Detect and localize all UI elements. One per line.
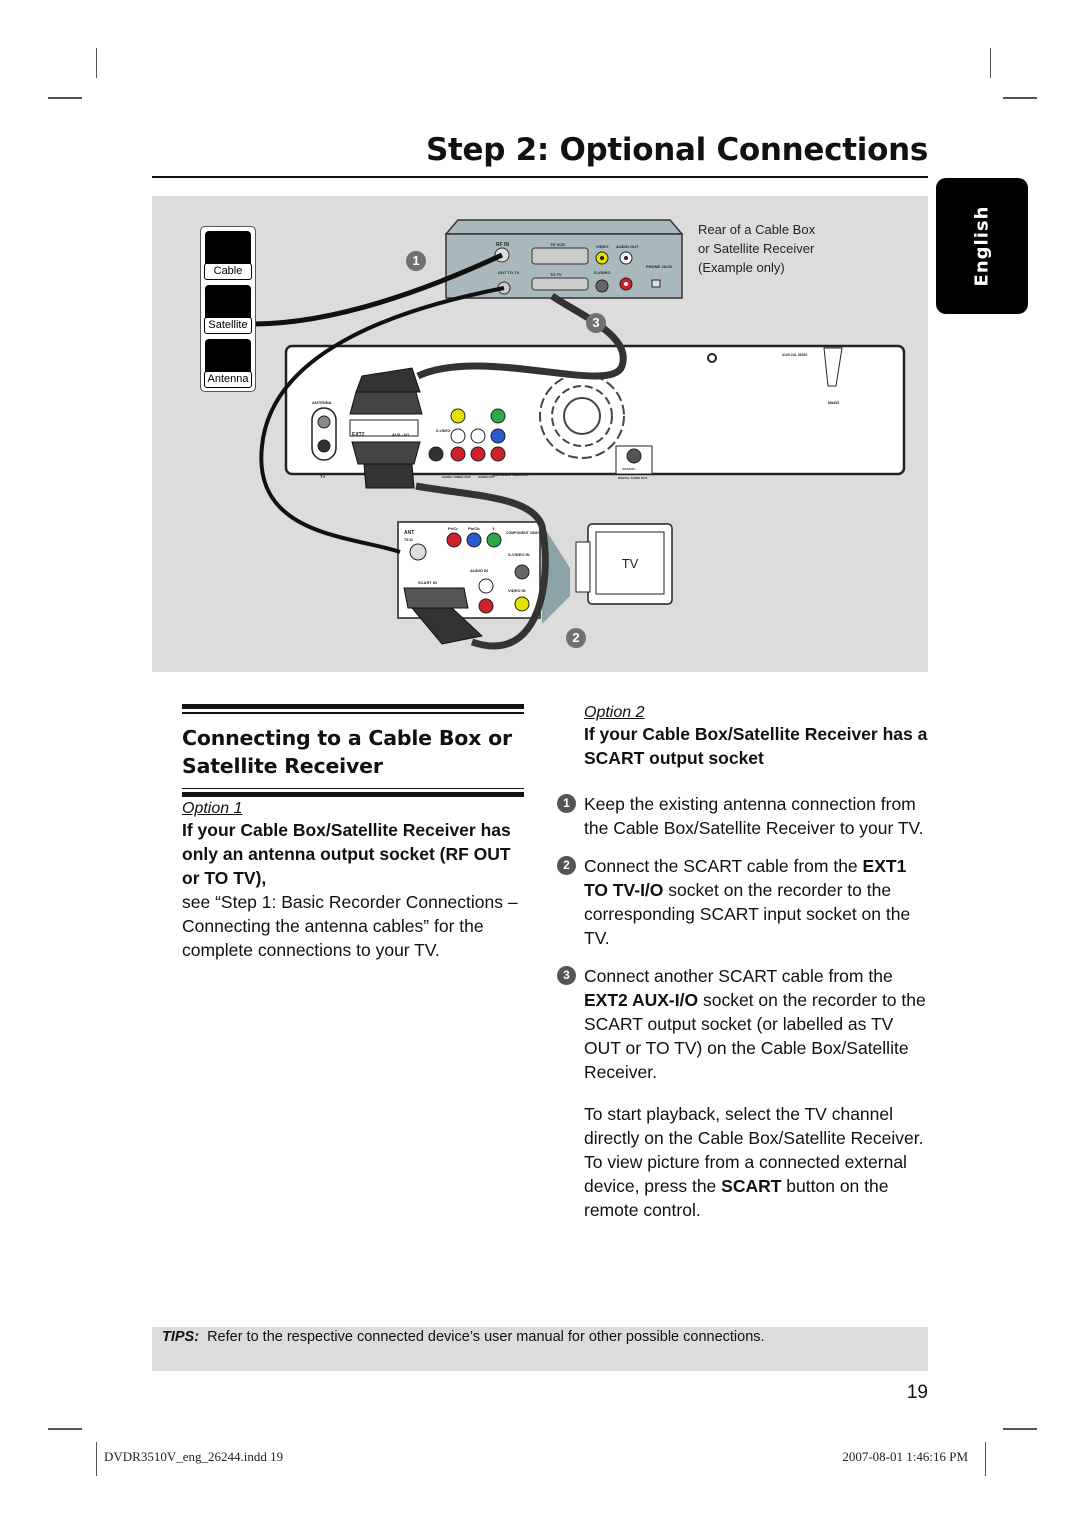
page-number: 19 <box>906 1382 928 1403</box>
label-tv-screen: TV <box>622 556 639 571</box>
slug-filename: DVDR3510V_eng_26244.indd 19 <box>104 1449 284 1464</box>
label-antenna: ANTENNA <box>312 400 332 405</box>
section-heading: Connecting to a Cable Box or Satellite R… <box>182 725 512 778</box>
crop-mark <box>48 97 82 99</box>
label-audio-in: AUDIO IN <box>470 568 488 573</box>
slug-date: 2007-08-01 1:46:16 PM <box>842 1449 968 1464</box>
label-rf-in: RF IN <box>496 242 509 248</box>
crop-mark <box>96 1442 97 1476</box>
figure-caption: Rear of a Cable Box or Satellite Receive… <box>698 222 816 275</box>
label-tv: TV <box>320 474 325 479</box>
antenna-source-icon: Antenna <box>204 339 252 388</box>
crop-mark <box>990 48 991 78</box>
option-2: Option 2 If your Cable Box/Satellite Rec… <box>557 704 929 1222</box>
label-ant: ANT <box>404 530 414 536</box>
label-scart-in: SCART IN <box>418 580 437 585</box>
option-1: Option 1 If your Cable Box/Satellite Rec… <box>182 800 527 962</box>
callout-1: 1 <box>406 251 426 271</box>
option-2-label: Option 2 <box>584 704 645 721</box>
label-mains: MAINS <box>828 401 840 405</box>
label-out-to-tv: OUT TO TV <box>498 270 520 275</box>
crop-mark <box>1003 97 1037 99</box>
cable-source-icon: Cable <box>204 231 252 280</box>
step-number: 1 <box>557 794 576 813</box>
step-number: 2 <box>557 856 576 875</box>
tips-box: TIPS: Refer to the respective connected d… <box>152 1327 928 1371</box>
tv-set: TV <box>575 523 673 605</box>
label-s-video-in: S-VIDEO IN <box>508 552 530 557</box>
step-2: 2 Connect the SCART cable from the EXT1 … <box>557 854 929 950</box>
section-header: Connecting to a Cable Box or Satellite R… <box>182 704 524 800</box>
label-video-in: VIDEO IN <box>508 588 526 593</box>
crop-mark <box>48 1428 82 1430</box>
callout-2: 2 <box>566 628 586 648</box>
rule <box>182 792 524 797</box>
step-3: 3 Connect another SCART cable from the E… <box>557 964 929 1084</box>
label-y: Y <box>492 526 495 531</box>
label-component-out: COMPONENT VIDEO OUT <box>492 473 529 477</box>
label-coaxial: COAXIAL <box>622 467 636 471</box>
crop-mark <box>985 1442 986 1476</box>
label-serial: 3139 241 26920 <box>782 353 807 357</box>
label-to-tv: TO TV <box>550 272 562 277</box>
crop-mark <box>96 48 97 78</box>
step-1: 1 Keep the existing antenna connection f… <box>557 792 929 840</box>
label-to-vcr: TO VCR <box>550 242 565 247</box>
cable-box: RF IN OUT TO TV TO VCR TO TV VIDEO AUDIO… <box>444 219 684 299</box>
label-video: VIDEO <box>596 244 608 249</box>
language-label: English <box>971 205 993 287</box>
label-pb-cb: Pb/Cb <box>468 526 480 531</box>
satellite-source-icon: Satellite <box>204 285 252 334</box>
label-ohm: 75 Ω <box>404 537 414 542</box>
label-audio-out: AUDIO OUT <box>616 244 639 249</box>
label-aux-io: AUX - I/O <box>392 432 409 437</box>
label-phone-jack: PHONE JACK <box>646 264 672 269</box>
step-number: 3 <box>557 966 576 985</box>
option-1-label: Option 1 <box>182 800 243 817</box>
callout-3: 3 <box>586 313 606 333</box>
label-ext2: EXT2 <box>352 432 365 438</box>
option-1-text: see “Step 1: Basic Recorder Connections … <box>182 892 518 960</box>
option-2-condition: If your Cable Box/Satellite Receiver has… <box>584 724 928 768</box>
tips-text: Refer to the respective connected device… <box>207 1329 765 1345</box>
tips-label: TIPS: <box>162 1329 200 1345</box>
label-s-video: S-VIDEO <box>594 270 610 275</box>
label-pr-cr: Pr/Cr <box>448 526 458 531</box>
label-av-out: AUDIO / VIDEO OUT <box>442 475 471 479</box>
page-title: Step 2: Optional Connections <box>425 132 928 168</box>
connection-diagram: RF IN OUT TO TV TO VCR TO TV VIDEO AUDIO… <box>152 196 928 672</box>
signal-source-panel: Cable Satellite Antenna <box>200 226 256 392</box>
crop-mark <box>1003 1428 1037 1430</box>
language-tab: English <box>936 178 1028 314</box>
label-digital-audio-out: DIGITAL AUDIO OUT <box>618 476 647 480</box>
label-s-video-out: S-VIDEO <box>436 429 451 433</box>
title-rule <box>152 176 928 178</box>
rule <box>182 787 524 789</box>
rule <box>182 704 524 709</box>
option-1-condition: If your Cable Box/Satellite Receiver has… <box>182 820 511 888</box>
playback-note: To start playback, select the TV channel… <box>584 1104 924 1220</box>
